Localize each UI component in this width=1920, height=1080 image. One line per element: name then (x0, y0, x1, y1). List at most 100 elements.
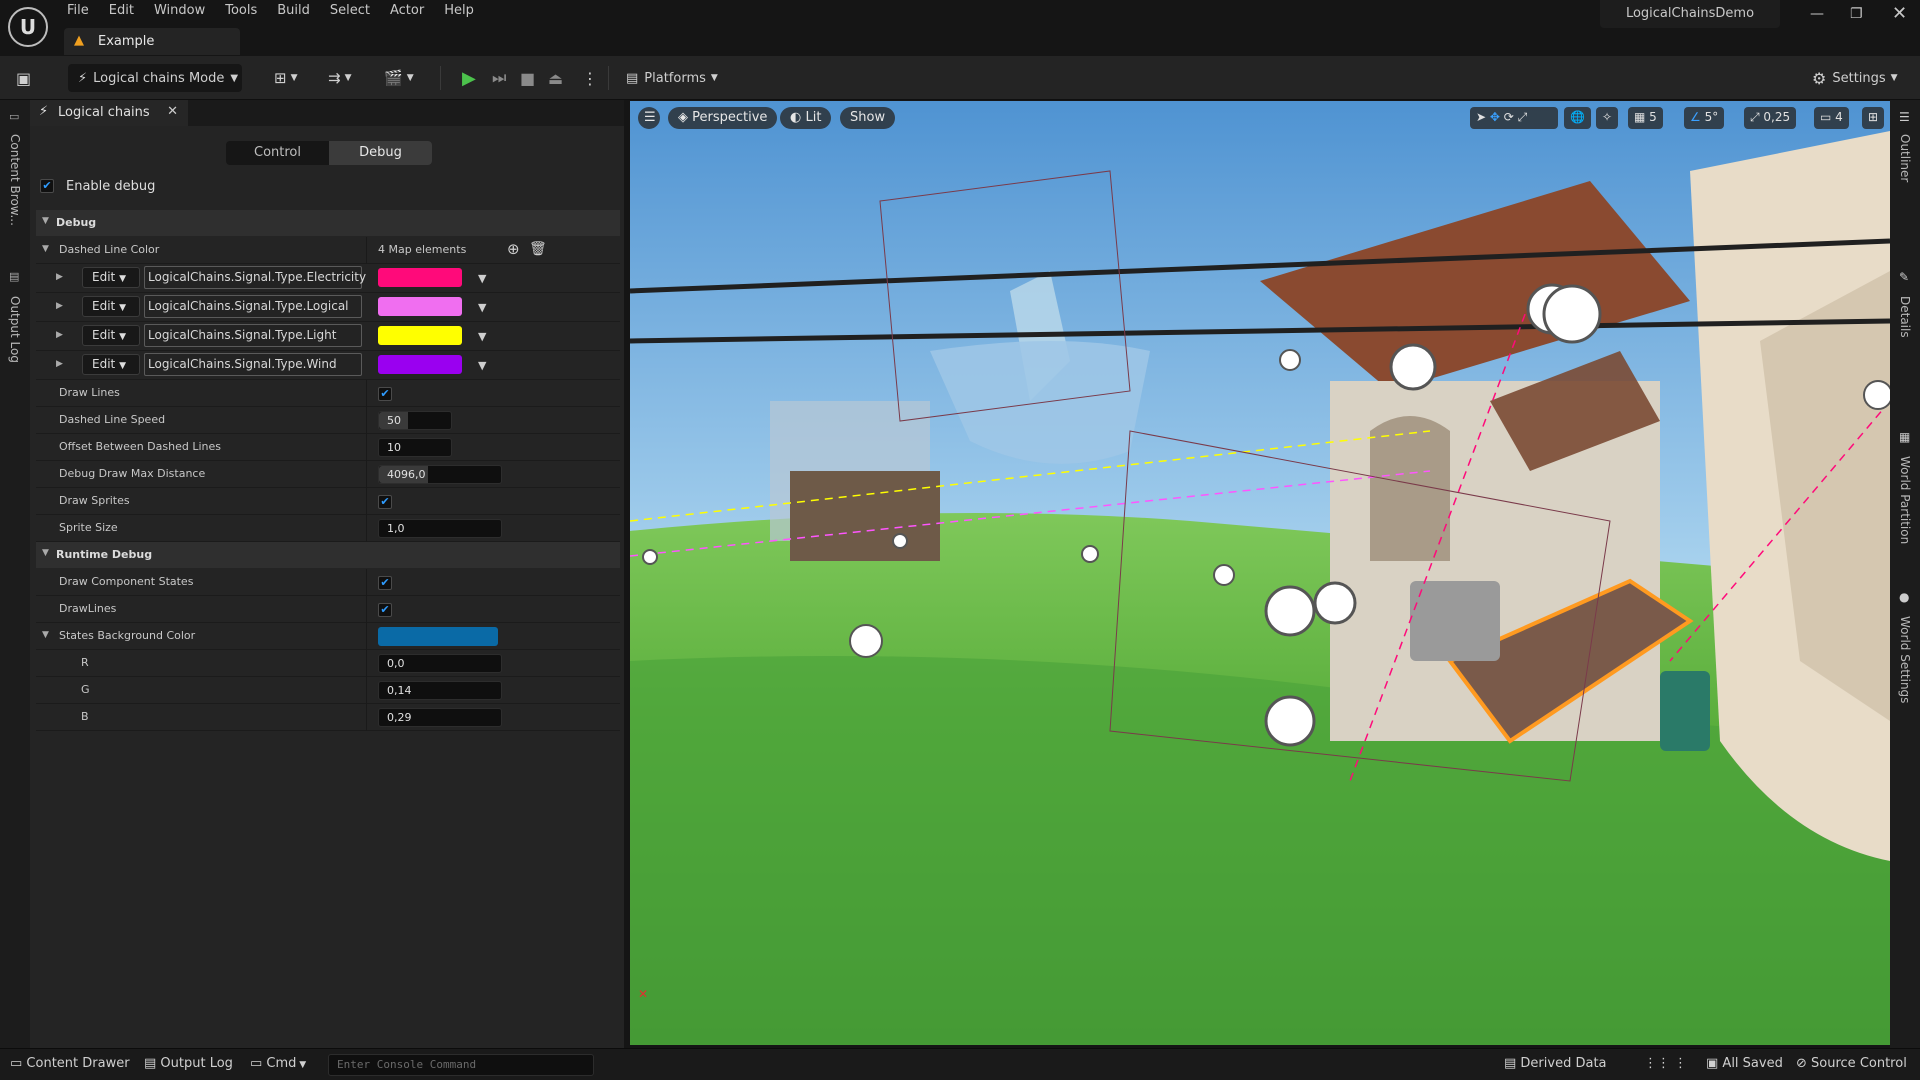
expand-arrow-icon[interactable]: ▶ (56, 301, 63, 311)
menu-select[interactable]: Select (321, 0, 381, 24)
b-input[interactable]: 0,29 (378, 708, 502, 727)
map-key-field[interactable]: LogicalChains.Signal.Type.Light (144, 324, 362, 347)
map-key-field[interactable]: LogicalChains.Signal.Type.Logical (144, 295, 362, 318)
source-control-button[interactable]: ⊘ Source Control (1796, 1056, 1907, 1071)
expand-icon[interactable]: ▼ (42, 630, 49, 640)
show-button[interactable]: Show (840, 107, 896, 129)
cmd-dropdown[interactable]: ▭ Cmd ▼ (250, 1056, 306, 1071)
all-saved-button[interactable]: ▣ All Saved (1706, 1056, 1783, 1071)
settings-button[interactable]: ⚙ Settings ▼ (1812, 64, 1912, 92)
menu-tools[interactable]: Tools (216, 0, 268, 24)
draw-lines-checkbox[interactable]: ✔ (378, 387, 392, 401)
scale-icon[interactable]: ⤢ (1518, 110, 1528, 124)
debug-section-header[interactable]: ▼ Debug (36, 210, 620, 236)
expand-icon[interactable]: ▼ (42, 244, 49, 254)
expand-arrow-icon[interactable]: ▶ (56, 359, 63, 369)
edit-button[interactable]: Edit ▼ (82, 296, 140, 317)
blueprint-icon[interactable]: ⇉ ▼ (328, 64, 352, 92)
output-log-button[interactable]: ▤ Output Log (144, 1056, 233, 1071)
chevron-down-icon[interactable]: ▼ (478, 330, 486, 343)
sprite-size-input[interactable]: 1,0 (378, 519, 502, 538)
r-input[interactable]: 0,0 (378, 654, 502, 673)
outliner-tab[interactable]: Outliner (1898, 134, 1912, 182)
cinematics-icon[interactable]: 🎬 ▼ (384, 64, 414, 92)
close-icon[interactable]: ✕ (1892, 3, 1907, 24)
offset-input[interactable]: 10 (378, 438, 452, 457)
drawlines-checkbox[interactable]: ✔ (378, 603, 392, 617)
world-settings-tab[interactable]: World Settings (1898, 616, 1912, 703)
menu-actor[interactable]: Actor (381, 0, 435, 24)
level-viewport[interactable]: ☰ ◈ Perspective ◐ Lit Show ➤ ✥ ⟳ ⤢ 🌐 ✧ ▦… (630, 101, 1890, 1045)
draw-sprites-checkbox[interactable]: ✔ (378, 495, 392, 509)
menu-help[interactable]: Help (435, 0, 485, 24)
rotate-icon[interactable]: ⟳ (1504, 110, 1514, 124)
menu-window[interactable]: Window (145, 0, 216, 24)
world-partition-tab[interactable]: World Partition (1898, 456, 1912, 544)
angle-snap-button[interactable]: ∠ 5° (1684, 107, 1725, 129)
color-swatch-electricity[interactable] (378, 268, 462, 287)
edit-button[interactable]: Edit ▼ (82, 354, 140, 375)
unreal-logo[interactable]: U (8, 7, 48, 47)
enable-debug-checkbox[interactable]: ✔ (40, 179, 54, 193)
trash-icon[interactable]: 🗑 (529, 241, 547, 257)
stop-icon[interactable]: ■ (520, 64, 535, 92)
expand-arrow-icon[interactable]: ▶ (56, 272, 63, 282)
tab-control[interactable]: Control (226, 141, 329, 165)
g-input[interactable]: 0,14 (378, 681, 502, 700)
draw-component-states-checkbox[interactable]: ✔ (378, 576, 392, 590)
transform-tools[interactable]: ➤ ✥ ⟳ ⤢ (1470, 107, 1558, 129)
max-distance-input[interactable]: 4096,0 (378, 465, 502, 484)
step-icon[interactable]: ⏭ (492, 64, 506, 92)
expand-arrow-icon[interactable]: ▶ (56, 330, 63, 340)
menu-edit[interactable]: Edit (100, 0, 145, 24)
chevron-down-icon[interactable]: ▼ (478, 272, 486, 285)
states-bg-color-swatch[interactable] (378, 627, 498, 646)
layout-icon[interactable]: ⊞ (1862, 107, 1885, 129)
eject-icon[interactable]: ⏏ (548, 64, 563, 92)
dashed-line-speed-input[interactable]: 50 (378, 411, 452, 430)
viewport-menu-icon[interactable]: ☰ (638, 107, 660, 129)
tab-debug[interactable]: Debug (329, 141, 432, 165)
scale-snap-button[interactable]: ⤢ 0,25 (1744, 107, 1797, 129)
map-key-field[interactable]: LogicalChains.Signal.Type.Wind (144, 353, 362, 376)
minimize-icon[interactable]: — (1810, 6, 1824, 22)
color-swatch-light[interactable] (378, 326, 462, 345)
translate-icon[interactable]: ✥ (1490, 110, 1500, 124)
console-input[interactable]: Enter Console Command (328, 1054, 594, 1076)
menu-build[interactable]: Build (268, 0, 321, 24)
runtime-debug-section-header[interactable]: ▼ Runtime Debug (36, 542, 620, 568)
perspective-button[interactable]: ◈ Perspective (668, 107, 778, 129)
output-log-tab[interactable]: Output Log (8, 296, 22, 363)
close-tab-icon[interactable]: ✕ (167, 104, 178, 119)
edit-button[interactable]: Edit ▼ (82, 267, 140, 288)
camera-speed-button[interactable]: ▭ 4 (1814, 107, 1849, 129)
chevron-down-icon[interactable]: ▼ (478, 359, 486, 372)
document-tab[interactable]: ▲ Example (64, 28, 240, 55)
play-icon[interactable]: ▶ (462, 64, 476, 92)
chevron-down-icon[interactable]: ▼ (478, 301, 486, 314)
menu-file[interactable]: File (58, 0, 100, 24)
surface-snap-icon[interactable]: ✧ (1596, 107, 1619, 129)
more-options-icon[interactable]: ⋮ (582, 64, 598, 92)
map-key-field[interactable]: LogicalChains.Signal.Type.Electricity (144, 266, 366, 289)
content-browser-tab[interactable]: Content Brow... (8, 134, 22, 226)
add-element-icon[interactable]: ⊕ (507, 240, 520, 258)
platforms-button[interactable]: ▤ Platforms ▼ (626, 64, 726, 92)
color-swatch-wind[interactable] (378, 355, 462, 374)
add-actor-icon[interactable]: ⊞ ▼ (274, 64, 298, 92)
lit-button[interactable]: ◐ Lit (780, 107, 832, 129)
world-space-icon[interactable]: 🌐 (1564, 107, 1591, 129)
color-swatch-logical[interactable] (378, 297, 462, 316)
details-tab[interactable]: Details (1898, 296, 1912, 338)
content-drawer-button[interactable]: ▭ Content Drawer (10, 1056, 130, 1071)
panel-tab[interactable]: ⚡ Logical chains ✕ (30, 100, 188, 126)
select-icon[interactable]: ➤ (1476, 110, 1486, 124)
trace-icon[interactable]: ⋮⋮ (1644, 1056, 1670, 1071)
status-more-icon[interactable]: ⋮ (1674, 1056, 1687, 1071)
mode-dropdown[interactable]: ⚡ Logical chains Mode ▼ (68, 64, 242, 92)
edit-button[interactable]: Edit ▼ (82, 325, 140, 346)
derived-data-button[interactable]: ▤ Derived Data (1504, 1056, 1607, 1071)
restore-icon[interactable]: ❐ (1850, 6, 1863, 22)
save-icon[interactable]: ▣ (16, 64, 31, 92)
grid-snap-button[interactable]: ▦ 5 (1628, 107, 1663, 129)
